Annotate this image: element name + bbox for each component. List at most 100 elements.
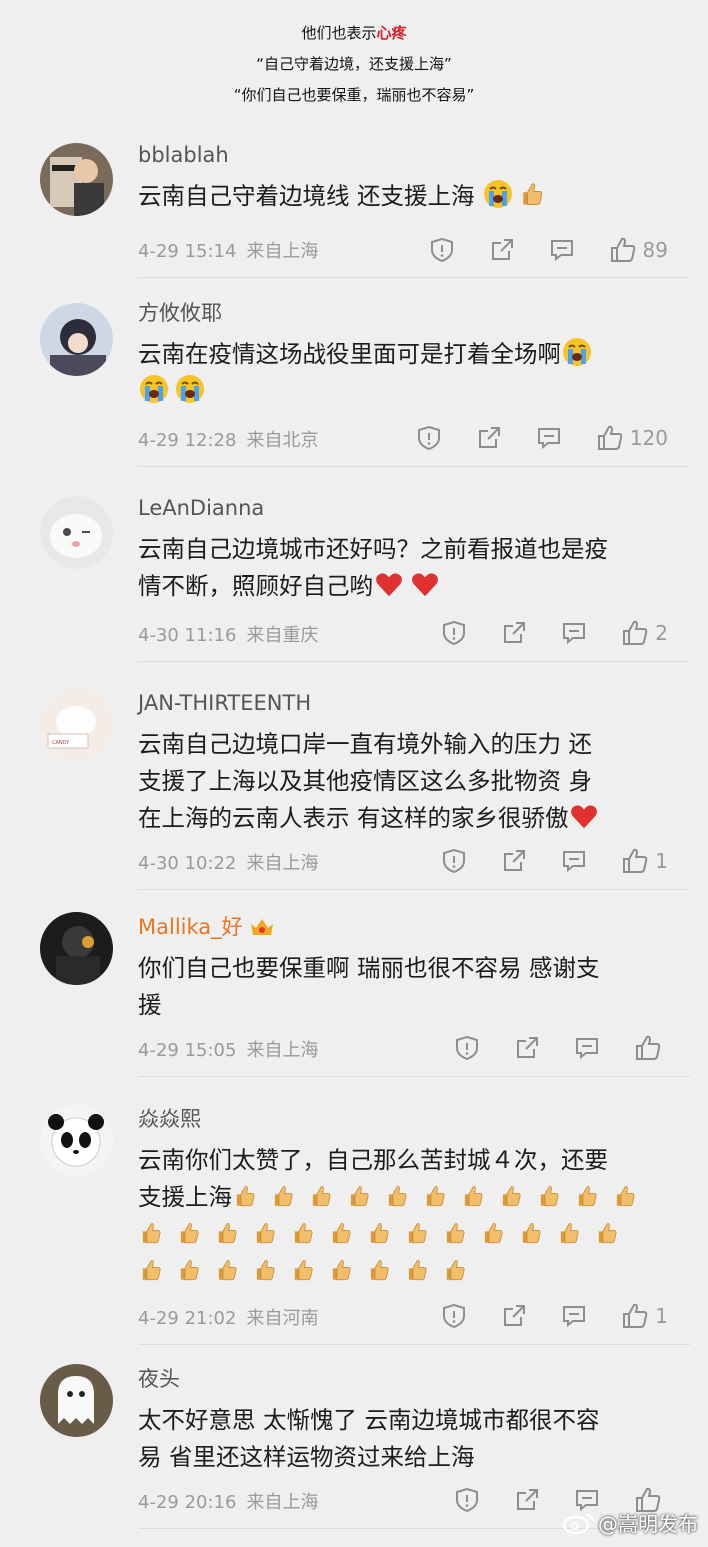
report-icon[interactable] — [441, 620, 467, 646]
share-icon[interactable] — [514, 1487, 540, 1513]
share-icon[interactable] — [514, 1035, 540, 1061]
playboy-avatar[interactable] — [40, 143, 113, 216]
like-button[interactable]: 120 — [596, 424, 668, 452]
comment-text: 太不好意思 太惭愧了 云南边境城市都很不容易 省里还这样运物资过来给上海 — [138, 1402, 680, 1476]
username[interactable]: 方攸攸耶 — [138, 298, 680, 328]
report-icon[interactable] — [416, 425, 442, 451]
thumbs-up-emoji-icon — [404, 1218, 430, 1248]
like-count: 1 — [655, 849, 668, 873]
reply-icon[interactable] — [536, 425, 562, 451]
report-icon[interactable] — [441, 1303, 467, 1329]
thumbs-up-emoji-icon — [308, 1181, 334, 1211]
cat-photo-avatar[interactable]: CANDY — [40, 688, 113, 761]
ghost-avatar[interactable] — [40, 1364, 113, 1437]
header-line-3: “你们自己也要保重，瑞丽也不容易” — [233, 86, 475, 104]
username[interactable]: Mallika_好 — [138, 912, 680, 942]
like-count: 2 — [655, 621, 668, 645]
comment-source: 来自北京 — [246, 430, 319, 451]
like-button[interactable]: 89 — [609, 236, 668, 264]
share-icon[interactable] — [501, 1303, 527, 1329]
thumbs-up-emoji-icon — [328, 1255, 354, 1285]
share-icon[interactable] — [476, 425, 502, 451]
comment-text: 云南自己边境口岸一直有境外输入的压力 还支援了上海以及其他疫情区这么多批物资 身… — [138, 726, 680, 837]
heart-emoji-icon — [568, 802, 600, 832]
crying-emoji-icon — [138, 373, 170, 405]
thumbs-up-emoji-icon — [536, 1181, 562, 1211]
thumbs-up-emoji-icon — [138, 1255, 164, 1285]
report-icon[interactable] — [454, 1035, 480, 1061]
thumbs-up-icon — [596, 424, 624, 452]
username[interactable]: 焱焱熙 — [138, 1104, 680, 1134]
divider — [138, 889, 690, 890]
like-button[interactable]: 2 — [621, 619, 668, 647]
comment-meta: 4-29 20:16 来自上海 — [138, 1488, 318, 1514]
watermark-text: @嵩明发布 — [598, 1512, 698, 1536]
cat-avatar[interactable] — [40, 496, 113, 569]
share-icon[interactable] — [501, 848, 527, 874]
thumbs-up-emoji-icon — [480, 1218, 506, 1248]
username[interactable]: bblablah — [138, 140, 680, 170]
username[interactable]: 夜头 — [138, 1364, 680, 1394]
like-count: 1 — [655, 1304, 668, 1328]
like-button[interactable]: 1 — [621, 1302, 668, 1330]
comment-line: 云南自己守着边境线 还支援上海 — [138, 182, 475, 210]
panda-avatar[interactable] — [40, 1104, 113, 1177]
comment-date: 4-29 15:14 — [138, 241, 237, 262]
comment-line: 情不断，照顾好自己哟 — [138, 572, 373, 600]
username[interactable]: JAN-THIRTEENTH — [138, 688, 680, 718]
comment-date: 4-29 21:02 — [138, 1308, 237, 1329]
reply-icon[interactable] — [561, 848, 587, 874]
divider — [138, 1344, 690, 1345]
report-icon[interactable] — [454, 1487, 480, 1513]
like-count: 120 — [629, 426, 668, 450]
reply-icon[interactable] — [549, 237, 575, 263]
comment-meta: 4-29 12:28 来自北京 — [138, 426, 318, 452]
like-button[interactable] — [634, 1034, 668, 1062]
thumbs-up-icon — [609, 236, 637, 264]
watermark: @嵩明发布 — [562, 1508, 698, 1537]
comment-source: 来自上海 — [246, 1492, 319, 1513]
comment-source: 来自河南 — [246, 1308, 319, 1329]
share-icon[interactable] — [501, 620, 527, 646]
thumbs-up-emoji-icon — [366, 1255, 392, 1285]
vip-crown-icon — [250, 919, 273, 935]
comment-meta: 4-30 10:22 来自上海 — [138, 849, 318, 875]
comment-date: 4-29 12:28 — [138, 430, 237, 451]
thumbs-up-emoji-icon — [518, 178, 546, 210]
like-button[interactable]: 1 — [621, 847, 668, 875]
share-icon[interactable] — [489, 237, 515, 263]
reply-icon[interactable] — [574, 1035, 600, 1061]
thumbs-up-emoji-icon — [366, 1218, 392, 1248]
figure-avatar[interactable] — [40, 912, 113, 985]
report-icon[interactable] — [429, 237, 455, 263]
thumbs-up-emoji-group — [138, 1220, 632, 1248]
divider — [138, 277, 690, 278]
anime-avatar[interactable] — [40, 303, 113, 376]
comment-meta: 4-30 11:16 来自重庆 — [138, 621, 318, 647]
comment-line: 云南在疫情这场战役里面可是打着全场啊 — [138, 340, 561, 368]
crying-emoji-icon — [482, 178, 514, 210]
thumbs-up-emoji-icon — [442, 1255, 468, 1285]
crying-emoji-icon — [561, 336, 593, 368]
comment-date: 4-30 11:16 — [138, 625, 237, 646]
divider — [138, 466, 690, 467]
comment-line: 你们自己也要保重啊 瑞丽也很不容易 感谢支 — [138, 954, 600, 982]
thumbs-up-emoji-icon — [176, 1255, 202, 1285]
reply-icon[interactable] — [561, 620, 587, 646]
thumbs-up-emoji-group — [232, 1183, 650, 1211]
reply-icon[interactable] — [561, 1303, 587, 1329]
header-line-2: “自己守着边境，还支援上海” — [256, 55, 452, 73]
crying-emoji-icon — [174, 373, 206, 405]
thumbs-up-icon — [621, 847, 649, 875]
svg-text:CANDY: CANDY — [52, 740, 70, 746]
comment-text: 云南自己守着边境线 还支援上海 — [138, 178, 680, 215]
thumbs-up-emoji-icon — [214, 1218, 240, 1248]
thumbs-up-icon — [621, 619, 649, 647]
thumbs-up-emoji-icon — [252, 1255, 278, 1285]
username-text: Mallika_好 — [138, 915, 243, 939]
report-icon[interactable] — [441, 848, 467, 874]
username[interactable]: LeAnDianna — [138, 493, 680, 523]
comment-line: 云南你们太赞了，自己那么苦封城４次，还要 — [138, 1146, 608, 1174]
comment-text: 云南自己边境城市还好吗？之前看报道也是疫 情不断，照顾好自己哟 — [138, 531, 680, 605]
thumbs-up-emoji-icon — [574, 1181, 600, 1211]
